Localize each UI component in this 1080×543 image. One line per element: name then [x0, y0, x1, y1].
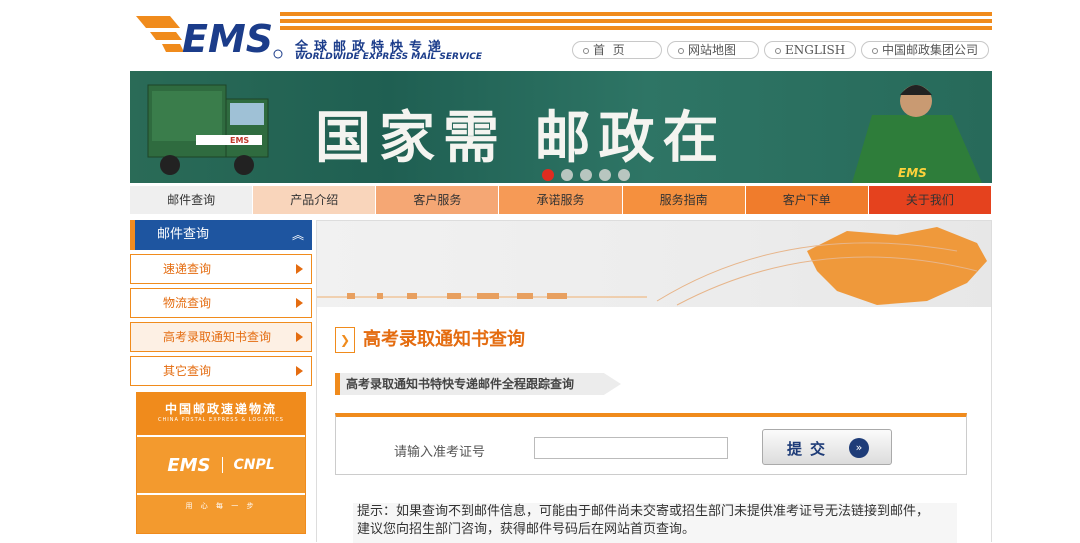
sidebar-item-label: 高考录取通知书查询 — [163, 330, 272, 344]
bullet-icon — [872, 47, 878, 54]
header-stripe — [280, 12, 992, 16]
sidebar-item-other-query[interactable]: 其它查询 — [130, 356, 312, 386]
sidebar-heading-label: 邮件查询 — [157, 227, 210, 242]
main-nav: 邮件查询 产品介绍 客户服务 承诺服务 服务指南 客户下单 关于我们 — [130, 186, 992, 214]
sidebar: 邮件查询 ︽ 速递查询 物流查询 高考录取通知书查询 其它查询 中国邮政速递物流… — [130, 220, 312, 542]
bullet-icon — [678, 47, 684, 54]
bullet-icon — [583, 47, 589, 54]
nav-item-about-us[interactable]: 关于我们 — [868, 186, 992, 214]
logistics-ad[interactable]: 中国邮政速递物流 CHINA POSTAL EXPRESS & LOGISTIC… — [136, 392, 306, 534]
banner-headline: 国家需 邮政在 — [315, 105, 727, 171]
admission-number-label: 请输入准考证号 — [394, 445, 486, 460]
arrow-right-icon — [296, 366, 303, 376]
slogan-english: WORLDWIDE EXPRESS MAIL SERVICE — [295, 52, 483, 62]
carousel-dot[interactable] — [580, 169, 592, 181]
site-header: EMS 全球邮政特快专递 WORLDWIDE EXPRESS MAIL SERV… — [130, 0, 992, 70]
submit-button[interactable]: 提交 » — [762, 429, 892, 465]
ad-cnpl-logo: CNPL — [222, 457, 275, 473]
ad-title-cn: 中国邮政速递物流 — [164, 402, 277, 416]
ad-title-en: CHINA POSTAL EXPRESS & LOGISTICS — [158, 417, 284, 423]
sidebar-heading[interactable]: 邮件查询 ︽ — [130, 220, 312, 250]
carousel-dot[interactable] — [618, 169, 630, 181]
carousel-dot[interactable] — [599, 169, 611, 181]
sitemap-link[interactable]: 网站地图 — [667, 41, 759, 59]
sidebar-item-logistics-query[interactable]: 物流查询 — [130, 288, 312, 318]
bullet-icon — [775, 47, 781, 54]
sidebar-item-label: 其它查询 — [163, 364, 212, 378]
arrow-right-icon — [296, 264, 303, 274]
nav-item-service-guide[interactable]: 服务指南 — [622, 186, 746, 214]
nav-item-customer-service[interactable]: 客户服务 — [376, 186, 500, 214]
nav-item-mail-query[interactable]: 邮件查询 — [130, 186, 254, 214]
map-banner — [317, 221, 991, 307]
china-post-group-link[interactable]: 中国邮政集团公司 — [861, 41, 989, 59]
tip-line: 建议您向招生部门咨询，获得邮件号码后在网站首页查询。 — [357, 522, 696, 537]
nav-item-products[interactable]: 产品介绍 — [253, 186, 377, 214]
tip-line: 提示：如果查询不到邮件信息，可能由于邮件尚未交寄或招生部门未提供准考证号无法链接… — [357, 504, 930, 519]
double-chevron-right-icon: » — [849, 438, 869, 458]
admission-number-input[interactable] — [534, 437, 728, 459]
delivery-truck-image: EMS — [147, 84, 269, 175]
china-post-group-link-label: 中国邮政集团公司 — [882, 43, 979, 57]
main-content: ❯ 高考录取通知书查询 高考录取通知书特快专递邮件全程跟踪查询 请输入准考证号 … — [316, 220, 992, 543]
carousel-dot[interactable] — [542, 169, 554, 181]
home-link-label: 首 页 — [593, 43, 625, 57]
chevron-right-icon: ❯ — [335, 327, 355, 353]
sidebar-item-label: 物流查询 — [163, 296, 212, 310]
header-stripe — [280, 26, 992, 30]
home-link[interactable]: 首 页 — [572, 41, 662, 59]
nav-item-commitments[interactable]: 承诺服务 — [499, 186, 623, 214]
sidebar-item-express-query[interactable]: 速递查询 — [130, 254, 312, 284]
submit-button-label: 提交 — [787, 440, 834, 458]
query-form: 请输入准考证号 提交 » — [335, 413, 967, 475]
ems-logo[interactable]: EMS — [136, 12, 284, 60]
sidebar-item-admission-letter-query[interactable]: 高考录取通知书查询 — [130, 322, 312, 352]
ad-ems-logo: EMS — [167, 454, 211, 476]
english-link[interactable]: ENGLISH — [764, 41, 856, 59]
carousel-indicators — [542, 169, 630, 181]
logo-text: EMS — [182, 17, 273, 60]
section-subtitle: 高考录取通知书特快专递邮件全程跟踪查询 — [335, 373, 621, 395]
arrow-right-icon — [296, 298, 303, 308]
ad-brand-block: EMS CNPL — [137, 437, 305, 493]
courier-image: EMS — [852, 85, 982, 183]
english-link-label: ENGLISH — [785, 43, 846, 57]
map-banner-art — [317, 227, 987, 306]
ad-motto: 用 心 每 一 步 — [137, 495, 305, 533]
query-tip: 提示：如果查询不到邮件信息，可能由于邮件尚未交寄或招生部门未提供准考证号无法链接… — [353, 503, 957, 543]
truck-label: EMS — [230, 136, 249, 145]
arrow-right-icon — [296, 332, 303, 342]
sidebar-item-label: 速递查询 — [163, 262, 212, 276]
sitemap-link-label: 网站地图 — [688, 43, 737, 57]
hero-banner[interactable]: EMS 国家需 邮政在 EMS — [130, 71, 992, 183]
carousel-dot[interactable] — [561, 169, 573, 181]
page-title: 高考录取通知书查询 — [363, 329, 525, 350]
header-stripe — [280, 19, 992, 23]
ad-title-block: 中国邮政速递物流 CHINA POSTAL EXPRESS & LOGISTIC… — [137, 393, 305, 435]
double-chevron-up-icon: ︽ — [291, 228, 304, 242]
jacket-label: EMS — [898, 166, 927, 180]
nav-item-place-order[interactable]: 客户下单 — [745, 186, 869, 214]
